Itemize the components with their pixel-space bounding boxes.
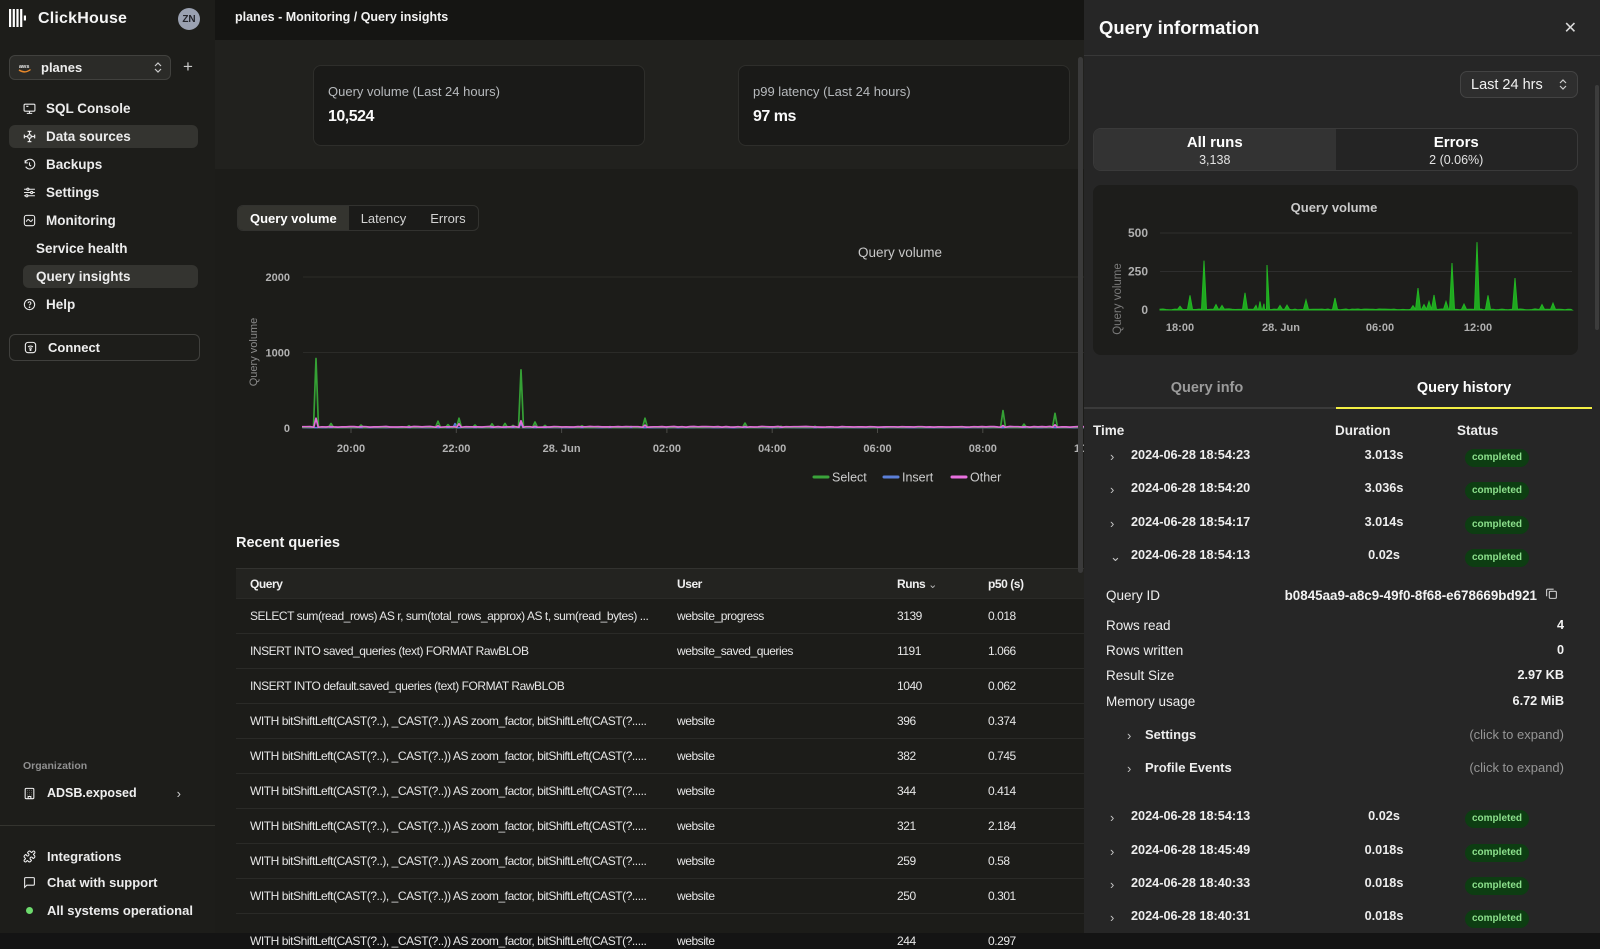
svg-text:04:00: 04:00: [758, 443, 786, 455]
svg-text:08:00: 08:00: [969, 443, 997, 455]
svg-text:Query volume: Query volume: [1291, 200, 1378, 215]
svg-text:Insert: Insert: [902, 471, 934, 485]
svg-text:0: 0: [1141, 303, 1148, 317]
svg-text:12:00: 12:00: [1464, 322, 1492, 334]
svg-text:250: 250: [1128, 265, 1148, 279]
svg-text:Query volume: Query volume: [1112, 263, 1124, 335]
svg-text:Select: Select: [832, 471, 867, 485]
svg-text:2000: 2000: [266, 272, 290, 284]
svg-text:28. Jun: 28. Jun: [543, 443, 581, 455]
svg-text:28. Jun: 28. Jun: [1262, 322, 1300, 334]
svg-text:06:00: 06:00: [1366, 322, 1394, 334]
svg-text:500: 500: [1128, 226, 1148, 240]
svg-text:aws: aws: [19, 64, 29, 70]
svg-text:Query volume: Query volume: [248, 318, 260, 386]
svg-text:Other: Other: [970, 471, 1001, 485]
svg-text:22:00: 22:00: [442, 443, 470, 455]
svg-text:0: 0: [284, 423, 290, 435]
svg-text:20:00: 20:00: [337, 443, 365, 455]
svg-text:18:00: 18:00: [1166, 322, 1194, 334]
svg-text:1000: 1000: [266, 348, 290, 360]
svg-text:06:00: 06:00: [863, 443, 891, 455]
svg-text:02:00: 02:00: [653, 443, 681, 455]
